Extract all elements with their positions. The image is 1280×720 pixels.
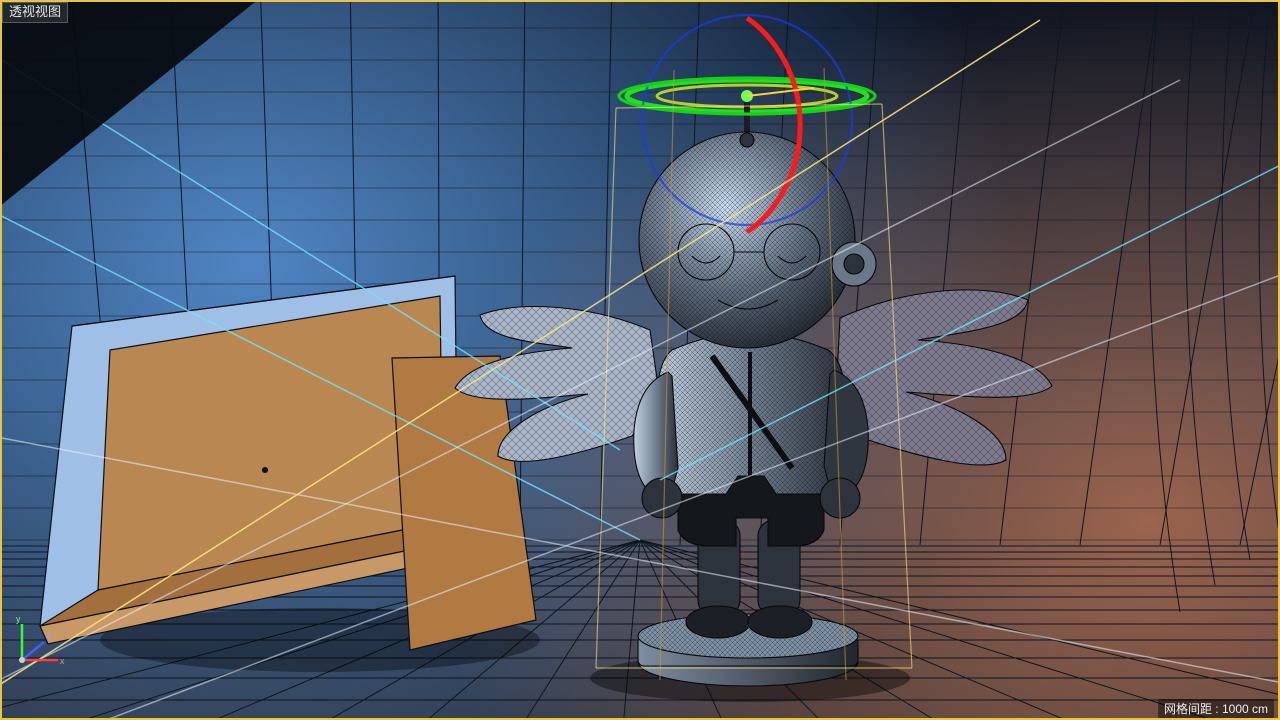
head xyxy=(639,132,876,348)
selection-cage xyxy=(0,0,1280,720)
angel-figurine[interactable] xyxy=(0,0,1280,720)
rotate-gizmo[interactable] xyxy=(0,0,1280,720)
cardboard-box xyxy=(0,0,1280,720)
svg-text:z: z xyxy=(46,630,51,640)
svg-text:y: y xyxy=(16,614,21,624)
axis-triad-icon: x y z xyxy=(10,612,70,672)
scene-corner-shadow xyxy=(0,0,270,230)
arms xyxy=(634,370,869,518)
grid-spacing-readout: 网格间距 : 1000 cm xyxy=(1158,699,1274,718)
legs xyxy=(686,520,812,638)
scene-grid xyxy=(0,0,1280,720)
view-label[interactable]: 透视视图 xyxy=(2,2,68,23)
wing-left xyxy=(455,307,660,462)
svg-text:x: x xyxy=(60,656,65,666)
halo xyxy=(627,80,867,145)
camera-helpers xyxy=(0,0,1280,720)
figurine-base xyxy=(638,614,858,686)
torso xyxy=(654,333,848,494)
wing-right xyxy=(836,290,1052,465)
perspective-viewport[interactable]: 透视视图 网格间距 : 1000 cm x y z xyxy=(0,0,1280,720)
